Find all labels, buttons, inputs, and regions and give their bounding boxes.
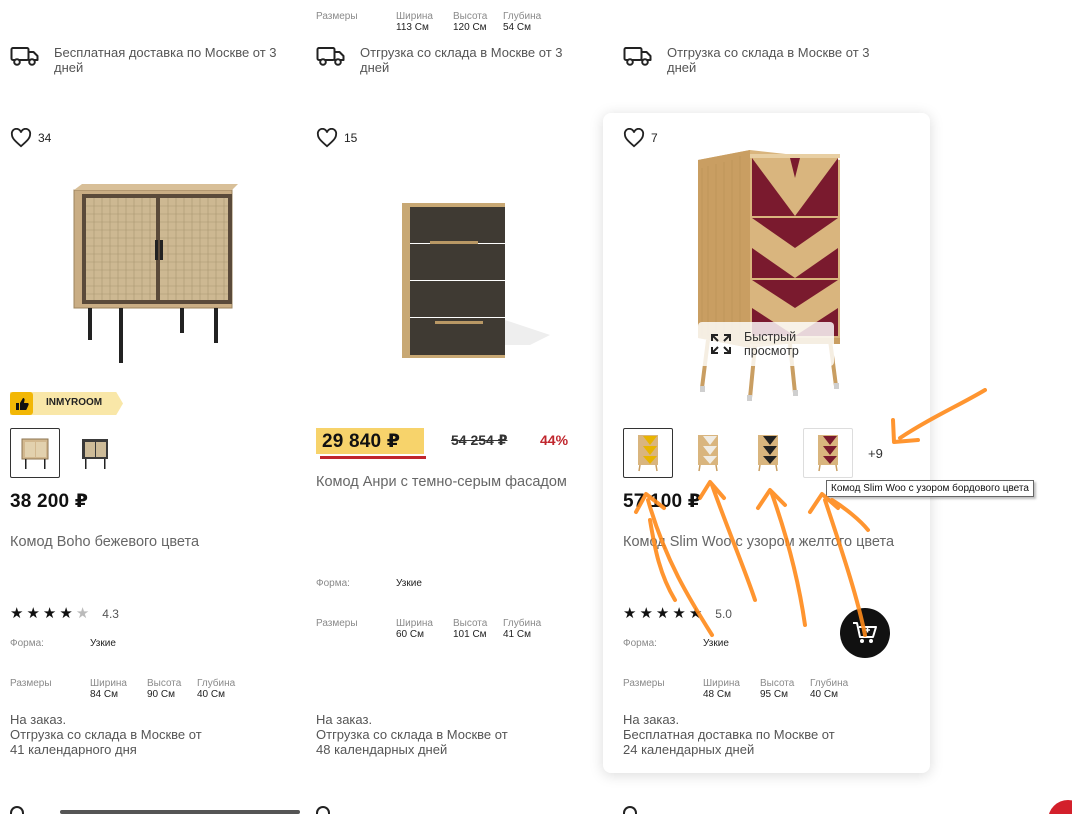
delivery-text: Бесплатная доставка по Москве от 3 дней — [54, 45, 277, 75]
product-image — [60, 810, 300, 814]
form-value: Узкие — [396, 578, 422, 589]
truck-icon — [316, 47, 345, 66]
star-icon: ★ — [59, 605, 73, 622]
dim-width: Ширина 48 См — [703, 678, 740, 700]
sizes-label: Размеры — [10, 678, 52, 689]
quick-view-button[interactable]: Быстрый просмотр — [698, 322, 834, 366]
order-info: На заказ. Бесплатная доставка по Москве … — [623, 712, 835, 757]
product-title[interactable]: Комод Boho бежевого цвета — [10, 533, 280, 552]
star-icon: ★ — [623, 605, 637, 622]
product-price: 29 840 ₽ — [322, 431, 401, 452]
product-price: 38 200 ₽ — [10, 491, 89, 512]
variant-thumb[interactable] — [10, 428, 60, 478]
dim-depth: Глубина 40 См — [810, 678, 849, 700]
dim-depth: Глубина 54 См — [503, 11, 542, 33]
sizes-label: Размеры — [316, 11, 358, 22]
like-count: 15 — [344, 131, 358, 145]
delivery-text: Отгрузка со склада в Москве от 3 дней — [667, 45, 870, 75]
dim-height: Высота 90 См — [147, 678, 182, 700]
variant-thumb-white[interactable] — [683, 428, 733, 478]
heart-icon[interactable] — [10, 806, 24, 814]
like-button[interactable]: 7 — [623, 128, 658, 148]
heart-icon — [10, 128, 32, 148]
more-variants[interactable]: +9 — [868, 446, 883, 461]
like-count: 34 — [38, 131, 52, 145]
discount-percent: 44% — [540, 432, 569, 448]
star-icon: ★ — [688, 605, 703, 622]
rating-stars: ★ ★ ★ ★ ★ 4.3 — [10, 606, 119, 621]
heart-icon — [623, 128, 645, 148]
star-icon: ★ — [672, 605, 686, 622]
dim-width: Ширина 113 См — [396, 11, 433, 33]
sizes-label: Размеры — [316, 618, 358, 629]
expand-icon — [711, 334, 731, 354]
form-value: Узкие — [703, 638, 729, 649]
product-image[interactable] — [60, 180, 245, 370]
variant-tooltip: Комод Slim Woo с узором бордового цвета — [826, 480, 1034, 497]
form-label: Форма: — [623, 638, 657, 649]
product-price: 57 100 ₽ — [623, 491, 702, 512]
rating-stars: ★ ★ ★ ★ ★ 5.0 — [623, 606, 732, 621]
dim-width: Ширина 84 См — [90, 678, 127, 700]
dim-height: Высота 95 См — [760, 678, 795, 700]
brand-badge-label: INMYROOM — [46, 397, 103, 408]
truck-icon — [10, 47, 39, 66]
variant-thumb[interactable] — [70, 428, 120, 478]
sale-underline — [320, 456, 426, 459]
order-info: На заказ. Отгрузка со склада в Москве от… — [316, 712, 508, 757]
variant-thumb-burgundy[interactable] — [803, 428, 853, 478]
order-info: На заказ. Отгрузка со склада в Москве от… — [10, 712, 202, 757]
star-half-icon: ★ — [75, 605, 90, 622]
thumbs-up-icon — [10, 392, 33, 415]
heart-icon — [316, 128, 338, 148]
quick-view-label: Быстрый просмотр — [744, 330, 799, 358]
star-icon: ★ — [42, 605, 57, 622]
rating-value: 4.3 — [102, 606, 119, 621]
star-icon: ★ — [26, 605, 40, 622]
chat-widget-button[interactable] — [1048, 800, 1072, 814]
sizes-label: Размеры — [623, 678, 665, 689]
product-title[interactable]: Комод Slim Woo с узором желтого цвета — [623, 533, 903, 552]
old-price: 54 254 ₽ — [451, 432, 508, 448]
dim-depth: Глубина 41 См — [503, 618, 542, 640]
product-title[interactable]: Комод Анри с темно-серым фасадом — [316, 473, 601, 492]
form-label: Форма: — [316, 578, 350, 589]
rating-value: 5.0 — [715, 606, 732, 621]
like-count: 7 — [651, 131, 658, 145]
truck-icon — [623, 47, 652, 66]
heart-icon[interactable] — [623, 806, 637, 814]
form-value: Узкие — [90, 638, 116, 649]
like-button[interactable]: 34 — [10, 128, 51, 148]
product-image[interactable] — [390, 195, 560, 365]
variant-thumb-yellow[interactable] — [623, 428, 673, 478]
dim-height: Высота 101 См — [453, 618, 488, 640]
cart-icon — [853, 622, 877, 643]
dim-height: Высота 120 См — [453, 11, 488, 33]
delivery-text: Отгрузка со склада в Москве от 3 дней — [360, 45, 563, 75]
dim-depth: Глубина 40 См — [197, 678, 236, 700]
like-button[interactable]: 15 — [316, 128, 357, 148]
dim-width: Ширина 60 См — [396, 618, 433, 640]
star-icon: ★ — [10, 605, 24, 622]
variant-thumb-black[interactable] — [743, 428, 793, 478]
form-label: Форма: — [10, 638, 44, 649]
star-icon: ★ — [655, 605, 670, 622]
heart-icon[interactable] — [316, 806, 330, 814]
add-to-cart-button[interactable] — [840, 608, 890, 658]
star-icon: ★ — [639, 605, 653, 622]
